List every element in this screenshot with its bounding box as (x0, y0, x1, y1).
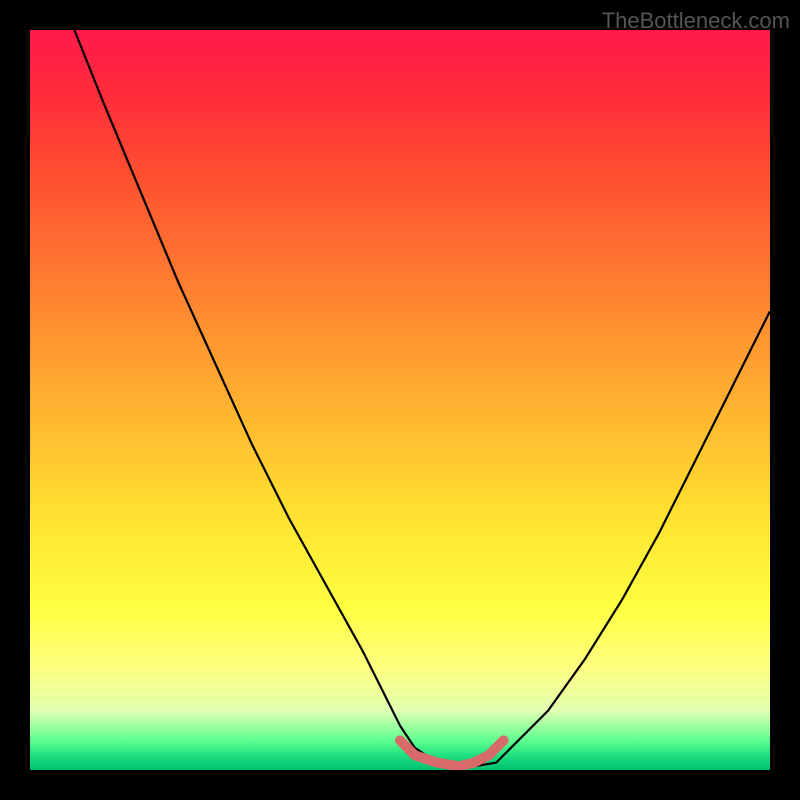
highlight-band (400, 740, 504, 766)
chart-container: TheBottleneck.com (0, 0, 800, 800)
curve-svg (30, 30, 770, 770)
plot-area (30, 30, 770, 770)
main-curve (74, 30, 770, 766)
watermark-text: TheBottleneck.com (602, 8, 790, 34)
